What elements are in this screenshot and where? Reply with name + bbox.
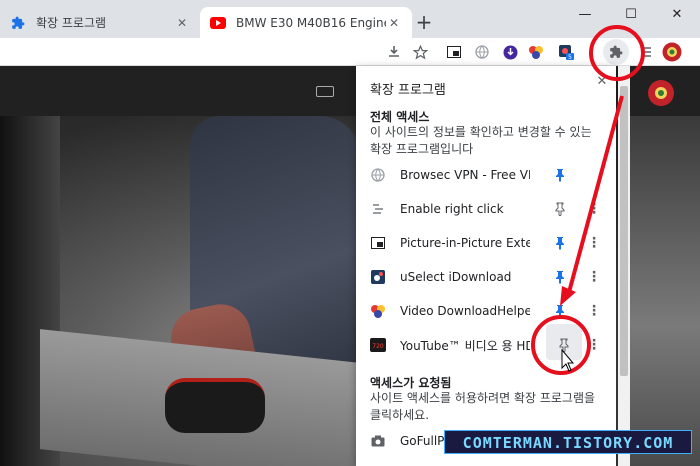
star-icon[interactable] [410, 42, 430, 62]
watermark: COMTERMAN.TISTORY.COM [444, 430, 692, 454]
browser-toolbar: 5 [0, 38, 700, 66]
extension-name: Browsec VPN - Free VPN f... [400, 168, 530, 182]
tab-youtube[interactable]: BMW E30 M40B16 Engine R ✕ [200, 7, 412, 38]
access-requested-heading: 액세스가 요청됨 [370, 376, 452, 390]
download-icon[interactable] [384, 42, 404, 62]
pin-icon[interactable] [556, 337, 572, 353]
uselect-icon[interactable]: 5 [556, 42, 576, 62]
avatar[interactable] [648, 80, 674, 106]
pin-icon[interactable] [552, 167, 568, 183]
pip-icon[interactable] [444, 42, 464, 62]
extension-name: Enable right click [400, 202, 504, 216]
more-options-icon[interactable]: ⋮ [587, 201, 601, 217]
pip-icon [370, 235, 386, 251]
list-item[interactable]: Video DownloadHelper ⋮ [356, 294, 616, 328]
video-downloadhelper-icon [370, 303, 386, 319]
extension-name: Picture-in-Picture Extension... [400, 236, 530, 250]
video-downloadhelper-icon[interactable] [526, 42, 546, 62]
youtube-hd-icon-text: 720 [372, 343, 384, 350]
window-controls: — ☐ ✕ [562, 0, 700, 28]
pin-icon[interactable] [552, 235, 568, 251]
full-access-description: 이 사이트의 정보를 확인하고 변경할 수 있는 확장 프로그램입니다 [370, 125, 592, 156]
minimize-button[interactable]: — [562, 0, 608, 28]
full-access-heading: 전체 액세스 [370, 110, 430, 124]
more-options-icon[interactable]: ⋮ [587, 303, 601, 319]
pin-icon[interactable] [552, 269, 568, 285]
list-item[interactable]: Picture-in-Picture Extension... ⋮ [356, 226, 616, 260]
more-options-icon[interactable]: ⋮ [587, 235, 601, 251]
maximize-button[interactable]: ☐ [608, 0, 654, 28]
globe-icon [370, 167, 386, 183]
popup-title: 확장 프로그램 [370, 83, 446, 98]
idownload-icon[interactable] [500, 42, 520, 62]
extensions-button[interactable] [603, 39, 629, 65]
keyboard-icon[interactable] [316, 86, 334, 97]
youtube-hd-icon: 720 [370, 337, 386, 353]
extension-name: uSelect iDownload [400, 270, 512, 284]
text-lines-icon [370, 201, 386, 217]
scrollbar-thumb[interactable] [620, 86, 628, 376]
badge: 5 [568, 54, 572, 60]
extensions-popup: 확장 프로그램 ✕ 전체 액세스 이 사이트의 정보를 확인하고 변경할 수 있… [356, 66, 616, 466]
puzzle-icon [610, 45, 623, 58]
puzzle-icon [10, 15, 26, 31]
more-options-icon[interactable]: ⋮ [587, 337, 601, 353]
youtube-icon [210, 15, 226, 31]
tab-extensions[interactable]: 확장 프로그램 ✕ [0, 7, 200, 38]
extension-name: Video DownloadHelper [400, 304, 530, 318]
close-window-button[interactable]: ✕ [654, 0, 700, 28]
list-item[interactable]: uSelect iDownload ⋮ [356, 260, 616, 294]
close-icon[interactable]: ✕ [386, 15, 402, 31]
popup-scrollbar[interactable] [618, 66, 630, 466]
extension-name: YouTube™ 비디오 용 HD/4... [400, 338, 530, 353]
uselect-icon [370, 269, 386, 285]
new-tab-button[interactable]: + [414, 10, 434, 34]
tab-title: BMW E30 M40B16 Engine R [236, 15, 386, 30]
tab-title: 확장 프로그램 [36, 16, 107, 30]
tab-strip: 확장 프로그램 ✕ BMW E30 M40B16 Engine R ✕ + — … [0, 0, 700, 38]
close-icon[interactable]: ✕ [174, 15, 190, 31]
more-options-icon[interactable]: ⋮ [587, 269, 601, 285]
list-item[interactable]: Browsec VPN - Free VPN f... [356, 158, 616, 192]
camera-icon [370, 433, 386, 449]
pin-icon[interactable] [552, 303, 568, 319]
list-item[interactable]: Enable right click ⋮ [356, 192, 616, 226]
access-requested-description: 사이트 액세스를 허용하려면 확장 프로그램을 클릭하세요. [370, 391, 596, 422]
menu-lines-icon[interactable] [636, 42, 656, 62]
list-item[interactable]: 720 YouTube™ 비디오 용 HD/4... ⋮ [356, 324, 616, 362]
globe-icon[interactable] [472, 42, 492, 62]
profile-avatar-icon[interactable] [662, 42, 682, 62]
pin-icon[interactable] [552, 201, 568, 217]
close-icon[interactable]: ✕ [594, 74, 610, 90]
